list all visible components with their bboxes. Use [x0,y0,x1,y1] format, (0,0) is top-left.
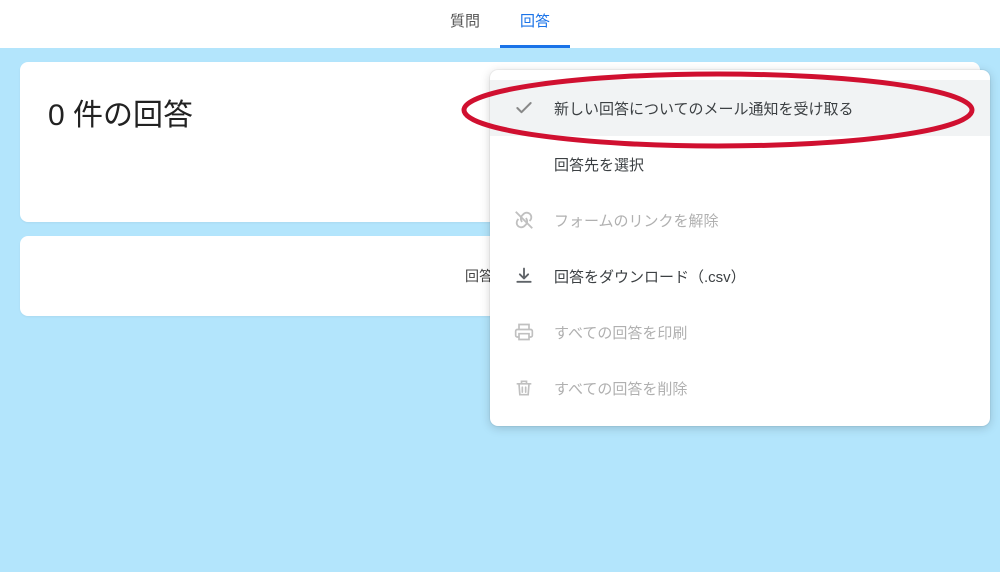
options-menu: 新しい回答についてのメール通知を受け取る 回答先を選択 フォームのリンクを解除 … [490,70,990,426]
menu-item-delete-all: すべての回答を削除 [490,360,990,416]
unlink-icon [512,208,536,232]
menu-item-label: フォームのリンクを解除 [554,210,968,231]
check-icon [512,96,536,120]
tabs-bar: 質問 回答 [0,0,1000,48]
menu-item-print-all: すべての回答を印刷 [490,304,990,360]
menu-item-label: すべての回答を印刷 [554,322,968,343]
download-icon [512,264,536,288]
menu-item-label: 回答先を選択 [554,154,968,175]
menu-item-label: 回答をダウンロード（.csv） [554,266,968,287]
menu-item-unlink-form: フォームのリンクを解除 [490,192,990,248]
menu-item-select-destination[interactable]: 回答先を選択 [490,136,990,192]
menu-item-email-notifications[interactable]: 新しい回答についてのメール通知を受け取る [490,80,990,136]
print-icon [512,320,536,344]
tab-responses[interactable]: 回答 [500,0,570,48]
menu-item-download-csv[interactable]: 回答をダウンロード（.csv） [490,248,990,304]
trash-icon [512,376,536,400]
menu-item-label: 新しい回答についてのメール通知を受け取る [554,98,968,119]
blank-icon [512,152,536,176]
tab-questions[interactable]: 質問 [430,0,500,48]
menu-item-label: すべての回答を削除 [554,378,968,399]
